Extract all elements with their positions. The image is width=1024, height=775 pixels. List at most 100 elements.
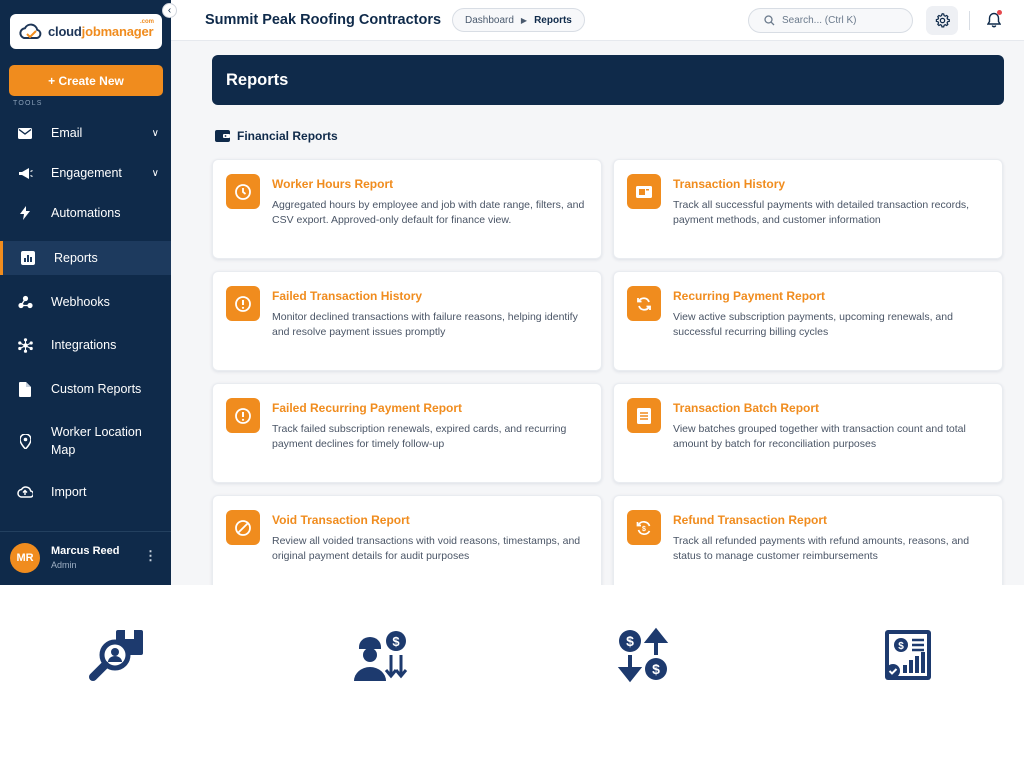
top-bar: Summit Peak Roofing Contractors Dashboar… [171, 0, 1024, 41]
report-title[interactable]: Refund Transaction Report [673, 513, 827, 527]
sidebar-item-email[interactable]: Email ∨ [0, 121, 171, 145]
report-title[interactable]: Worker Hours Report [272, 177, 393, 191]
report-description: Track all successful payments with detai… [673, 199, 970, 226]
worker-payroll-icon: $ [354, 631, 408, 681]
svg-text:$: $ [626, 633, 634, 649]
sidebar-item-label: Custom Reports [51, 382, 142, 396]
chevron-left-icon: ‹ [167, 5, 172, 16]
logo-suffix: .com [139, 19, 154, 25]
report-description: Review all voided transactions with void… [272, 535, 581, 562]
sidebar-item-webhooks[interactable]: Webhooks [0, 290, 171, 314]
collapse-sidebar-button[interactable]: ‹ [162, 3, 177, 18]
megaphone-icon [17, 165, 33, 181]
chevron-down-icon: ∨ [151, 127, 159, 139]
report-description: Monitor declined transactions with failu… [272, 311, 578, 338]
alert-icon [226, 398, 260, 433]
sidebar-item-automations[interactable]: Automations [0, 201, 171, 225]
toolbar-divider [969, 11, 970, 30]
report-card-failed-transaction-history[interactable]: Failed Transaction History Monitor decli… [212, 271, 602, 371]
svg-text:$: $ [898, 641, 904, 652]
sidebar-item-label: Reports [54, 251, 98, 265]
cloud-upload-icon [17, 484, 33, 500]
report-description: View batches grouped together with trans… [673, 423, 966, 450]
sidebar-item-label: Automations [51, 206, 121, 220]
avatar: MR [10, 543, 40, 573]
integrations-icon [17, 337, 33, 353]
notification-dot [997, 10, 1002, 15]
report-card-refund-transaction[interactable]: $ Refund Transaction Report Track all re… [613, 495, 1003, 585]
sidebar-item-label: Worker Location Map [51, 425, 142, 457]
report-description: Track all refunded payments with refund … [673, 535, 970, 562]
refresh-icon [627, 286, 661, 321]
document-icon [627, 398, 661, 433]
more-vertical-icon[interactable]: ⋮ [144, 548, 157, 564]
section-title: Financial Reports [215, 129, 338, 143]
webhook-icon [17, 294, 33, 310]
report-title[interactable]: Transaction Batch Report [673, 401, 819, 415]
financial-report-icon: $ [885, 630, 931, 680]
sidebar-item-engagement[interactable]: Engagement ∨ [0, 161, 171, 185]
breadcrumb-current: Reports [534, 14, 572, 26]
svg-text:$: $ [652, 661, 660, 677]
receipt-icon [627, 174, 661, 209]
sidebar-item-label: Import [51, 485, 87, 499]
user-profile[interactable]: MR Marcus Reed Admin ⋮ [0, 531, 171, 585]
report-title[interactable]: Failed Transaction History [272, 289, 422, 303]
search-input[interactable]: Search... (Ctrl K) [748, 8, 913, 33]
notifications-button[interactable] [983, 8, 1005, 32]
breadcrumb-link-dashboard[interactable]: Dashboard [465, 15, 514, 26]
sidebar-item-import[interactable]: Import [0, 480, 171, 504]
report-title[interactable]: Recurring Payment Report [673, 289, 825, 303]
alert-icon [226, 286, 260, 321]
search-icon [764, 15, 775, 26]
sidebar-item-worker-location-map[interactable]: Worker Location Map [0, 422, 171, 460]
refund-icon: $ [627, 510, 661, 545]
ban-icon [226, 510, 260, 545]
breadcrumb: Dashboard ▶ Reports [452, 8, 585, 32]
logo[interactable]: cloudjobmanager .com [10, 14, 162, 49]
app-shell: cloudjobmanager .com + Create New TOOLS … [0, 0, 1024, 585]
cash-flow-icon: $ $ [617, 627, 669, 683]
svg-text:$: $ [642, 526, 646, 533]
report-card-failed-recurring-payment[interactable]: Failed Recurring Payment Report Track fa… [212, 383, 602, 483]
svg-text:$: $ [392, 634, 400, 649]
logo-text: cloudjobmanager [48, 24, 154, 39]
sidebar: cloudjobmanager .com + Create New TOOLS … [0, 0, 171, 585]
clock-icon [226, 174, 260, 209]
sidebar-item-integrations[interactable]: Integrations [0, 333, 171, 357]
user-name: Marcus Reed [51, 545, 120, 557]
user-role: Admin [51, 560, 77, 570]
inspection-magnifier-icon [89, 630, 143, 681]
report-card-transaction-batch[interactable]: Transaction Batch Report View batches gr… [613, 383, 1003, 483]
gear-icon [935, 13, 950, 28]
tools-section-label: TOOLS [13, 100, 43, 107]
report-card-transaction-history[interactable]: Transaction History Track all successful… [613, 159, 1003, 259]
report-description: Aggregated hours by employee and job wit… [272, 199, 585, 226]
report-card-void-transaction[interactable]: Void Transaction Report Review all voide… [212, 495, 602, 585]
sidebar-item-label: Engagement [51, 166, 122, 180]
cloud-logo-icon [19, 23, 42, 39]
sidebar-item-label: Webhooks [51, 295, 110, 309]
mail-icon [17, 125, 33, 141]
sidebar-item-label: Email [51, 126, 83, 140]
report-title[interactable]: Failed Recurring Payment Report [272, 401, 462, 415]
report-description: Track failed subscription renewals, expi… [272, 423, 567, 450]
report-description: View active subscription payments, upcom… [673, 311, 953, 338]
location-pin-icon [17, 433, 33, 449]
sidebar-item-custom-reports[interactable]: Custom Reports [0, 377, 171, 401]
chevron-down-icon: ∨ [151, 167, 159, 179]
report-card-recurring-payment[interactable]: Recurring Payment Report View active sub… [613, 271, 1003, 371]
report-title[interactable]: Void Transaction Report [272, 513, 410, 527]
chart-icon [20, 250, 36, 266]
sidebar-item-reports[interactable]: Reports [0, 241, 171, 275]
wallet-icon [215, 130, 230, 142]
sidebar-item-label: Integrations [51, 338, 117, 352]
create-new-button[interactable]: + Create New [9, 65, 163, 96]
report-title[interactable]: Transaction History [673, 177, 785, 191]
search-placeholder: Search... (Ctrl K) [782, 15, 857, 26]
report-card-worker-hours[interactable]: Worker Hours Report Aggregated hours by … [212, 159, 602, 259]
settings-button[interactable] [926, 6, 958, 35]
chevron-right-icon: ▶ [520, 15, 528, 25]
file-icon [17, 381, 33, 397]
page-title: Reports [212, 55, 1004, 105]
